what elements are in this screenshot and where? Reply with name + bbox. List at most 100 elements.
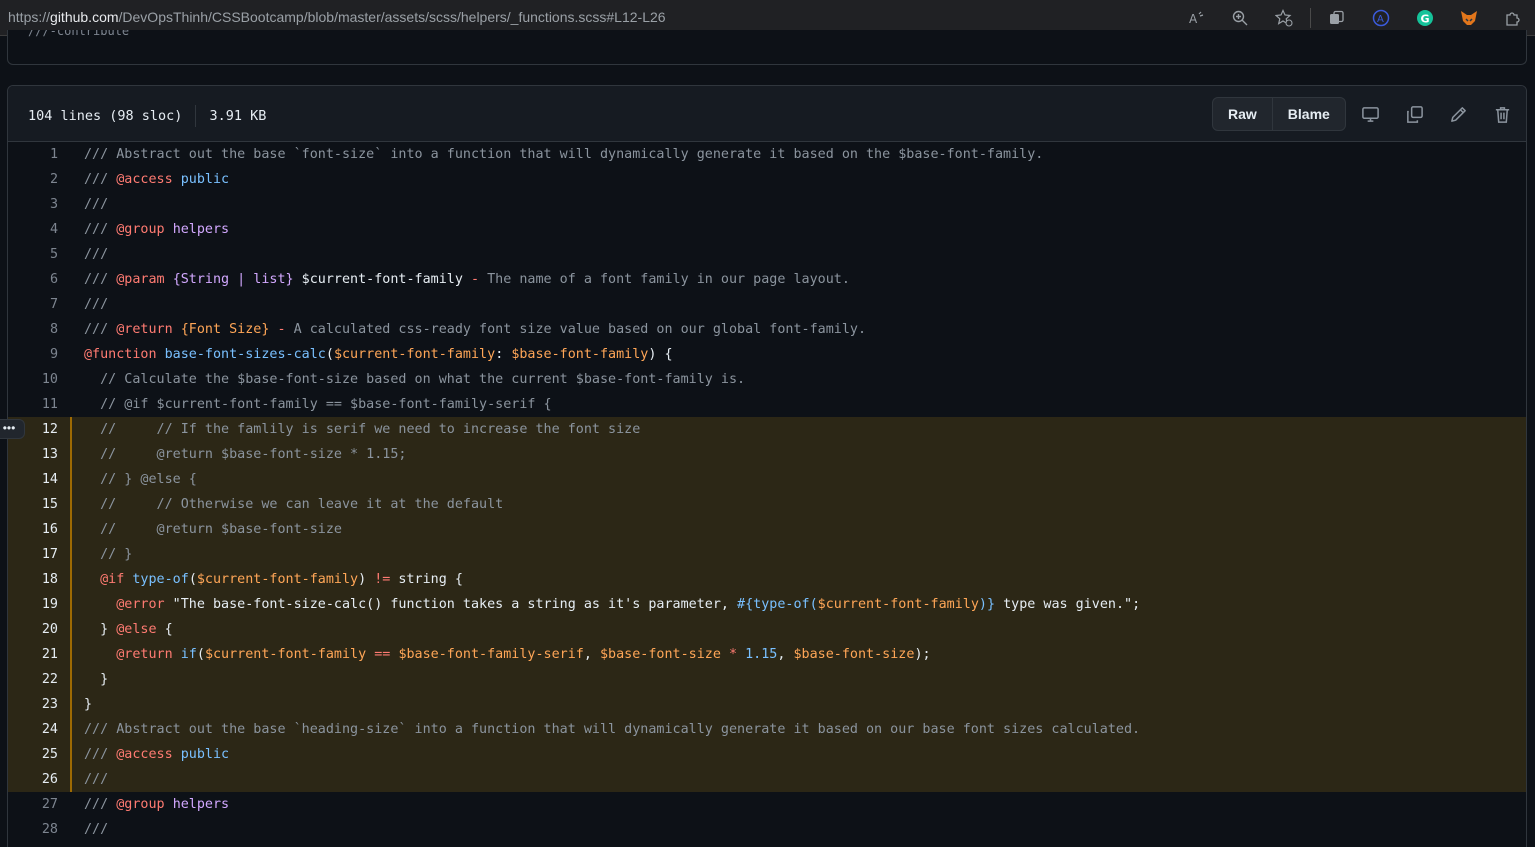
line-number[interactable]: 11 <box>8 392 58 417</box>
line-code: /// <box>84 292 108 317</box>
line-number[interactable]: 24 <box>8 717 58 742</box>
line-code: /// @access public <box>84 742 229 767</box>
code-line[interactable]: 14 // } @else { <box>8 467 1526 492</box>
grammarly-icon[interactable]: G <box>1414 7 1436 29</box>
url-host: github.com <box>50 9 119 25</box>
code-line[interactable]: 1 /// Abstract out the base `font-size` i… <box>8 142 1526 167</box>
code-line[interactable]: 3 /// <box>8 192 1526 217</box>
url-field[interactable]: https://github.com/DevOpsThinh/CSSBootca… <box>8 9 666 25</box>
line-number[interactable]: 18 <box>8 567 58 592</box>
line-number[interactable]: 25 <box>8 742 58 767</box>
line-number[interactable]: 21 <box>8 642 58 667</box>
line-code: /// @group helpers <box>84 792 229 817</box>
blame-button[interactable]: Blame <box>1271 98 1345 130</box>
code-line[interactable]: 13 // @return $base-font-size * 1.15; <box>8 442 1526 467</box>
code-line[interactable]: 26 /// <box>8 767 1526 792</box>
code-token: $base-font-family <box>511 347 649 362</box>
code-line[interactable]: 15 // // Otherwise we can leave it at th… <box>8 492 1526 517</box>
read-aloud-icon[interactable]: A <box>1185 7 1207 29</box>
line-number[interactable]: 19 <box>8 592 58 617</box>
display-icon[interactable] <box>1354 98 1386 130</box>
profile-icon[interactable]: A <box>1370 7 1392 29</box>
code-line[interactable]: 6 /// @param {String | list} $current-fon… <box>8 267 1526 292</box>
line-number[interactable]: 28 <box>8 817 58 842</box>
metamask-icon[interactable] <box>1458 7 1480 29</box>
line-code: /// @access public <box>84 167 229 192</box>
line-number[interactable]: 15 <box>8 492 58 517</box>
line-number[interactable]: 13 <box>8 442 58 467</box>
line-code: @function base-font-sizes-calc($current-… <box>84 342 673 367</box>
code-line[interactable]: 18 @if type-of($current-font-family) != … <box>8 567 1526 592</box>
code-line[interactable]: 5 /// <box>8 242 1526 267</box>
code-line[interactable]: 28 /// <box>8 817 1526 842</box>
line-number[interactable]: 17 <box>8 542 58 567</box>
line-number[interactable]: 2 <box>8 167 58 192</box>
line-number[interactable]: 27 <box>8 792 58 817</box>
code-line[interactable]: 24 /// Abstract out the base `heading-siz… <box>8 717 1526 742</box>
line-number[interactable]: 7 <box>8 292 58 317</box>
code-line[interactable]: 27 /// @group helpers <box>8 792 1526 817</box>
line-number[interactable]: 4 <box>8 217 58 242</box>
line-number[interactable]: 26 <box>8 767 58 792</box>
code-line[interactable]: 16 // @return $base-font-size <box>8 517 1526 542</box>
copy-icon[interactable] <box>1398 98 1430 130</box>
code-line[interactable]: 21 @return if($current-font-family == $b… <box>8 642 1526 667</box>
line-number[interactable]: 6 <box>8 267 58 292</box>
code-line[interactable]: 4 /// @group helpers <box>8 217 1526 242</box>
line-code: // } @else { <box>84 467 197 492</box>
code-line[interactable]: 9 @function base-font-sizes-calc($current… <box>8 342 1526 367</box>
line-code: } <box>84 692 92 717</box>
zoom-icon[interactable] <box>1229 7 1251 29</box>
line-code: // // If the famlily is serif we need to… <box>84 417 640 442</box>
code-token: /// <box>84 797 117 812</box>
line-code: /// @group helpers <box>84 217 229 242</box>
line-number[interactable]: 3 <box>8 192 58 217</box>
line-number[interactable]: 1 <box>8 142 58 167</box>
code-line[interactable]: 22 } <box>8 667 1526 692</box>
code-token: // // If the famlily is serif we need to… <box>84 422 641 437</box>
code-token: /// <box>84 322 117 337</box>
code-line[interactable]: 25 /// @access public <box>8 742 1526 767</box>
code-line[interactable]: 8 /// @return {Font Size} - A calculated … <box>8 317 1526 342</box>
code-token: {Font Size} <box>180 322 270 337</box>
line-number[interactable]: 16 <box>8 517 58 542</box>
favorite-add-icon[interactable] <box>1273 7 1295 29</box>
code-token: type-of <box>132 572 189 587</box>
code-line[interactable]: 11 // @if $current-font-family == $base-… <box>8 392 1526 417</box>
raw-button[interactable]: Raw <box>1213 98 1272 130</box>
code-line[interactable]: 10 // Calculate the $base-font-size base… <box>8 367 1526 392</box>
line-options-button[interactable]: ••• <box>0 419 25 439</box>
line-number[interactable]: 14 <box>8 467 58 492</box>
trash-icon[interactable] <box>1486 98 1518 130</box>
line-number[interactable]: 5 <box>8 242 58 267</box>
line-number[interactable]: 23 <box>8 692 58 717</box>
code-line[interactable]: 20 } @else { <box>8 617 1526 642</box>
collections-icon[interactable] <box>1326 7 1348 29</box>
line-number[interactable]: 9 <box>8 342 58 367</box>
line-number[interactable]: 20 <box>8 617 58 642</box>
code-token: @return <box>116 322 173 337</box>
code-line[interactable]: 12 // // If the famlily is serif we need… <box>8 417 1526 442</box>
code-token: ) <box>358 572 375 587</box>
code-line[interactable]: 23} <box>8 692 1526 717</box>
code-token: @else <box>116 622 157 637</box>
extensions-icon[interactable] <box>1502 7 1524 29</box>
code-line[interactable]: 7 /// <box>8 292 1526 317</box>
line-number[interactable]: 10 <box>8 367 58 392</box>
code-token: // @if $current-font-family == $base-fon… <box>84 397 552 412</box>
line-number[interactable]: 22 <box>8 667 58 692</box>
line-code: @if type-of($current-font-family) != str… <box>84 567 463 592</box>
code-line[interactable]: 17 // } <box>8 542 1526 567</box>
edit-pencil-icon[interactable] <box>1442 98 1474 130</box>
line-number[interactable]: 8 <box>8 317 58 342</box>
code-token: // // Otherwise we can leave it at the d… <box>84 497 504 512</box>
code-line[interactable]: 19 @error "The base-font-size-calc() fun… <box>8 592 1526 617</box>
code-line[interactable]: 2 /// @access public <box>8 167 1526 192</box>
code-token: helpers <box>172 797 230 812</box>
code-token: @group <box>116 222 165 237</box>
file-size: 3.91 KB <box>209 108 267 124</box>
